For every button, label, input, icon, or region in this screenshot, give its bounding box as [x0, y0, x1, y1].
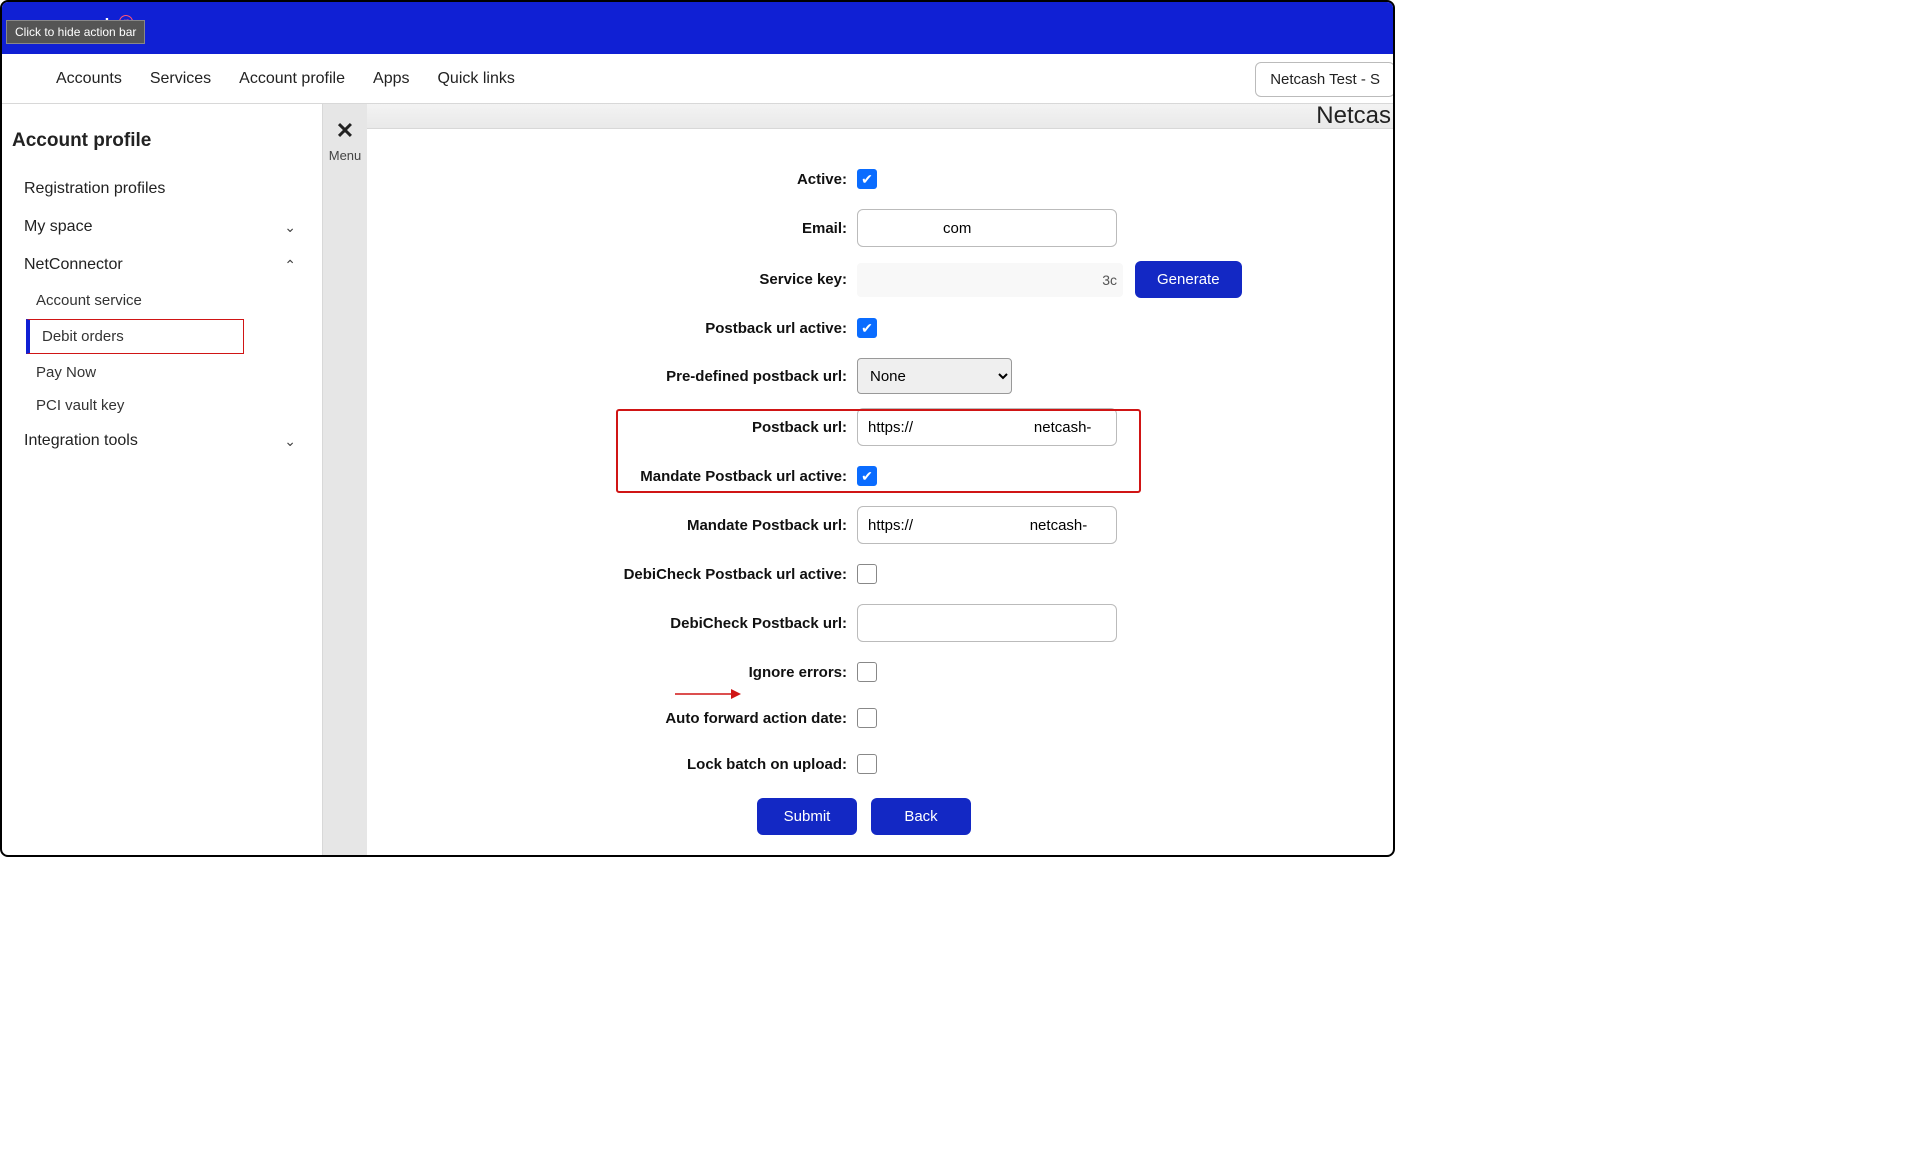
hide-action-bar-tooltip: Click to hide action bar: [6, 20, 145, 44]
debicheck-postback-active-label: DebiCheck Postback url active:: [377, 566, 857, 583]
generate-button[interactable]: Generate: [1135, 261, 1242, 298]
nav-quick-links[interactable]: Quick links: [437, 70, 514, 88]
chevron-down-icon: ⌄: [284, 433, 296, 450]
sidebar-item-label: Integration tools: [24, 432, 138, 450]
nav-accounts[interactable]: Accounts: [56, 70, 122, 88]
active-checkbox[interactable]: ✔: [857, 169, 877, 189]
sidebar-item-my-space[interactable]: My space ⌄: [12, 208, 322, 246]
nav-services[interactable]: Services: [150, 70, 211, 88]
nav-apps[interactable]: Apps: [373, 70, 409, 88]
sidebar-item-integration-tools[interactable]: Integration tools ⌄: [12, 422, 322, 460]
service-key-label: Service key:: [377, 271, 857, 288]
nav-account-profile[interactable]: Account profile: [239, 70, 345, 88]
sidebar-item-netconnector[interactable]: NetConnector ⌃: [12, 246, 322, 284]
account-selector[interactable]: Netcash Test - S: [1255, 62, 1395, 97]
sidebar-item-label: Registration profiles: [24, 180, 165, 198]
lock-batch-checkbox[interactable]: [857, 754, 877, 774]
postback-url-input[interactable]: [857, 408, 1117, 446]
mandate-postback-active-label: Mandate Postback url active:: [377, 468, 857, 485]
mandate-postback-active-checkbox[interactable]: ✔: [857, 466, 877, 486]
debicheck-postback-url-input[interactable]: [857, 604, 1117, 642]
sidebar-item-label: NetConnector: [24, 256, 123, 274]
sidebar: Account profile Registration profiles My…: [2, 104, 323, 855]
debicheck-postback-active-checkbox[interactable]: [857, 564, 877, 584]
top-header-bar: sh n: [2, 2, 1393, 54]
main-header-text: Netcas: [1316, 104, 1391, 129]
postback-active-checkbox[interactable]: ✔: [857, 318, 877, 338]
ignore-errors-checkbox[interactable]: [857, 662, 877, 682]
submit-button[interactable]: Submit: [757, 798, 857, 835]
ignore-errors-label: Ignore errors:: [377, 664, 857, 681]
mandate-postback-url-label: Mandate Postback url:: [377, 517, 857, 534]
mandate-postback-url-input[interactable]: [857, 506, 1117, 544]
postback-active-label: Postback url active:: [377, 320, 857, 337]
chevron-down-icon: ⌄: [284, 219, 296, 236]
sidebar-title: Account profile: [12, 122, 322, 170]
main-header: Netcas: [367, 104, 1393, 129]
back-button[interactable]: Back: [871, 798, 971, 835]
sidebar-sub-debit-orders[interactable]: Debit orders: [26, 319, 244, 354]
service-key-value: 3c: [857, 263, 1123, 297]
predefined-postback-label: Pre-defined postback url:: [377, 368, 857, 385]
auto-forward-label: Auto forward action date:: [377, 710, 857, 727]
email-input[interactable]: [857, 209, 1117, 247]
active-label: Active:: [377, 171, 857, 188]
menu-collapse-strip: ✕ Menu: [323, 104, 367, 855]
postback-url-label: Postback url:: [377, 419, 857, 436]
sidebar-sub-pci-vault-key[interactable]: PCI vault key: [12, 389, 322, 422]
sidebar-item-label: My space: [24, 218, 92, 236]
predefined-postback-select[interactable]: None: [857, 358, 1012, 394]
sidebar-sub-account-service[interactable]: Account service: [12, 284, 322, 317]
main-content: Netcas Active: ✔ Email: Service key: 3c …: [367, 104, 1393, 855]
debicheck-postback-url-label: DebiCheck Postback url:: [377, 615, 857, 632]
sidebar-item-registration-profiles[interactable]: Registration profiles: [12, 170, 322, 208]
auto-forward-checkbox[interactable]: [857, 708, 877, 728]
main-nav-bar: Accounts Services Account profile Apps Q…: [2, 54, 1393, 104]
sidebar-sub-pay-now[interactable]: Pay Now: [12, 356, 322, 389]
chevron-up-icon: ⌃: [284, 257, 296, 274]
close-menu-icon[interactable]: ✕: [336, 118, 354, 144]
email-label: Email:: [377, 220, 857, 237]
lock-batch-label: Lock batch on upload:: [377, 756, 857, 773]
debit-orders-form: Active: ✔ Email: Service key: 3c Generat…: [367, 129, 1393, 855]
menu-strip-label: Menu: [329, 148, 362, 163]
